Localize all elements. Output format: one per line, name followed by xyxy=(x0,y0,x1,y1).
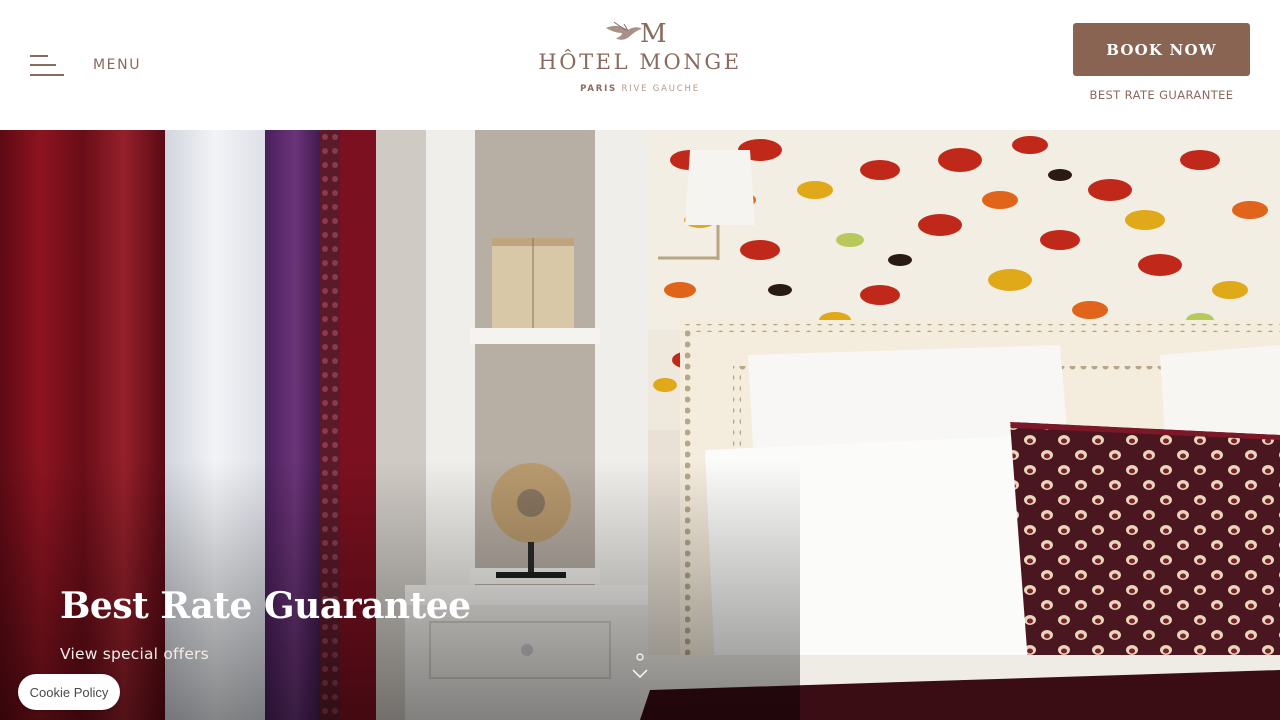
logo-tagline: PARIS RIVE GAUCHE xyxy=(520,84,760,94)
hotel-logo[interactable]: M HÔTEL MONGE PARIS RIVE GAUCHE xyxy=(520,14,760,116)
bird-icon: M xyxy=(606,19,667,48)
chevron-down-icon[interactable] xyxy=(630,652,650,682)
book-now-button[interactable]: BOOK NOW xyxy=(1073,23,1250,76)
site-header: MENU M HÔTEL MONGE PARIS RIVE GAUCHE BOO… xyxy=(0,0,1280,130)
hero-title: Best Rate Guarantee xyxy=(60,585,471,627)
best-rate-link[interactable]: BEST RATE GUARANTEE xyxy=(1073,88,1250,102)
logo-name: HÔTEL MONGE xyxy=(538,50,742,74)
special-offers-link[interactable]: View special offers xyxy=(60,645,209,663)
hero-section: Best Rate Guarantee View special offers xyxy=(0,130,1280,720)
menu-label: MENU xyxy=(93,57,142,73)
logo-monogram: M xyxy=(640,19,667,48)
menu-toggle[interactable]: MENU xyxy=(30,52,141,78)
hamburger-icon xyxy=(30,53,64,77)
cookie-policy-button[interactable]: Cookie Policy xyxy=(18,674,120,710)
logo-district: RIVE GAUCHE xyxy=(621,84,700,94)
logo-city: PARIS xyxy=(580,84,617,94)
